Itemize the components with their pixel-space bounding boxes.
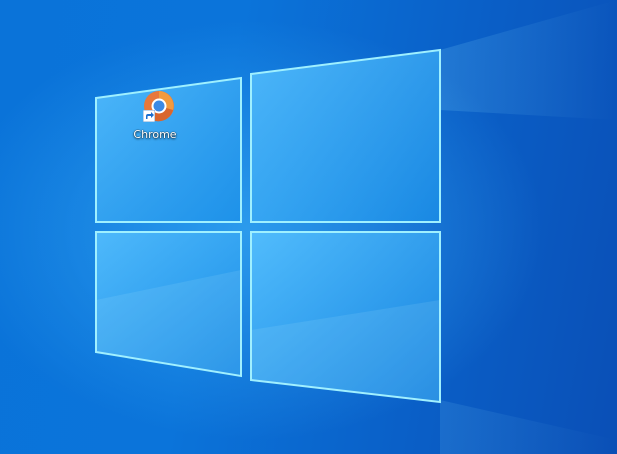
shortcut-arrow-icon [143,110,155,122]
desktop[interactable]: Chrome [0,0,617,454]
window-pane-top-right [250,48,441,223]
desktop-icon-label: Chrome [133,128,177,141]
windows-logo-wallpaper [95,0,617,454]
chrome-icon [135,90,175,126]
desktop-icon-chrome[interactable]: Chrome [124,90,186,150]
